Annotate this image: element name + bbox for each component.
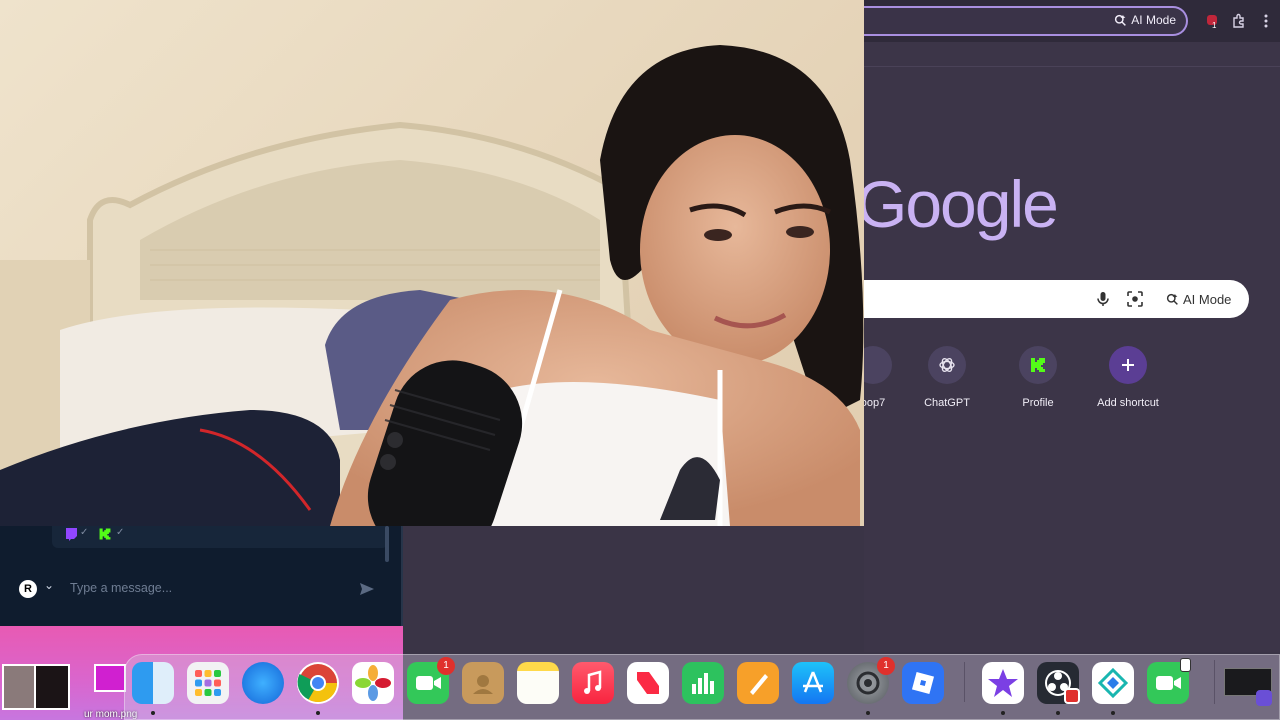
twitch-icon [66,528,77,541]
chevron-down-icon[interactable]: ⌄ [44,578,54,592]
running-indicator [1001,711,1005,715]
ai-search-icon [1115,14,1127,26]
webcam-overlay [0,0,864,526]
shortcut-label: Add shortcut [1097,397,1159,409]
search-box[interactable]: AI Mode [864,280,1249,318]
photos-icon[interactable] [352,662,394,704]
finder-icon[interactable] [132,662,174,704]
running-indicator [1056,711,1060,715]
running-indicator [1111,711,1115,715]
puzzle-icon[interactable] [1231,13,1247,29]
music-icon[interactable] [572,662,614,704]
ai-mode-button[interactable]: AI Mode [1160,286,1237,312]
plus-icon [1109,346,1147,384]
divider [864,66,1280,67]
chat-scrollbar[interactable] [385,526,389,562]
safari-icon[interactable] [242,662,284,704]
imovie-icon[interactable] [982,662,1024,704]
address-bar[interactable]: AI Mode [864,6,1188,36]
chat-message: ✓ ✓ [52,526,388,548]
running-indicator [866,711,870,715]
extension-icon[interactable]: 1 [1205,13,1221,30]
shortcut-profile[interactable]: Profile [993,346,1083,409]
news-icon[interactable] [627,662,669,704]
shortcut-label: ChatGPT [924,397,970,409]
phone-icon [1180,658,1191,672]
imovie-icon [1256,690,1272,706]
menu-dots-icon[interactable] [1263,13,1269,29]
launchpad-icon[interactable] [187,662,229,704]
recording-indicator-icon [1064,688,1080,704]
running-indicator [316,711,320,715]
shortcut-chatgpt[interactable]: ChatGPT [902,346,992,409]
chat-input[interactable]: R ⌄ Type a message... [12,574,388,604]
webcam-video-frame [0,0,864,526]
pivot-icon[interactable] [1092,662,1134,704]
chat-placeholder: Type a message... [70,581,173,595]
kick-icon [1019,346,1057,384]
ai-mode-label: AI Mode [1183,291,1232,307]
app-store-icon[interactable] [792,662,834,704]
shortcut-label: Profile [1022,397,1054,409]
dock-separator [1214,660,1215,704]
browser-toolbar: AI Mode 1 [864,0,1280,42]
notification-badge: 1 [437,657,455,675]
contacts-icon[interactable] [462,662,504,704]
notes-icon[interactable] [517,662,559,704]
ai-mode-label: AI Mode [1131,13,1176,27]
ai-search-icon [1166,293,1178,305]
numbers-icon[interactable] [682,662,724,704]
chat-panel: ✓ ✓ R ⌄ Type a message... [0,526,403,626]
notification-badge: 1 [877,657,895,675]
chrome-icon[interactable] [297,662,339,704]
desktop-thumbnail[interactable] [2,664,36,710]
file-thumbnail[interactable] [94,664,126,692]
mic-icon[interactable] [1094,290,1112,308]
desktop-thumbnail[interactable] [34,664,70,710]
dock-separator [964,662,965,702]
kick-icon [99,528,111,540]
browser-window: AI Mode 1 Google AI Mode oop7 ChatGPT Pr… [854,0,1280,652]
chat-avatar[interactable]: R [19,580,37,598]
ai-mode-chip[interactable]: AI Mode [1114,13,1176,27]
shortcut-add[interactable]: Add shortcut [1083,346,1173,409]
running-indicator [151,711,155,715]
chatgpt-icon [928,346,966,384]
google-logo: Google [856,167,1059,241]
check-icon: ✓ [116,527,125,538]
check-icon: ✓ [80,527,89,538]
lens-icon[interactable] [1126,290,1144,308]
pages-icon[interactable] [737,662,779,704]
extension-badge: 1 [1212,21,1217,30]
roblox-icon[interactable] [902,662,944,704]
send-icon[interactable] [358,580,376,598]
screen: AI Mode 1 Google AI Mode oop7 ChatGPT Pr… [0,0,1280,720]
